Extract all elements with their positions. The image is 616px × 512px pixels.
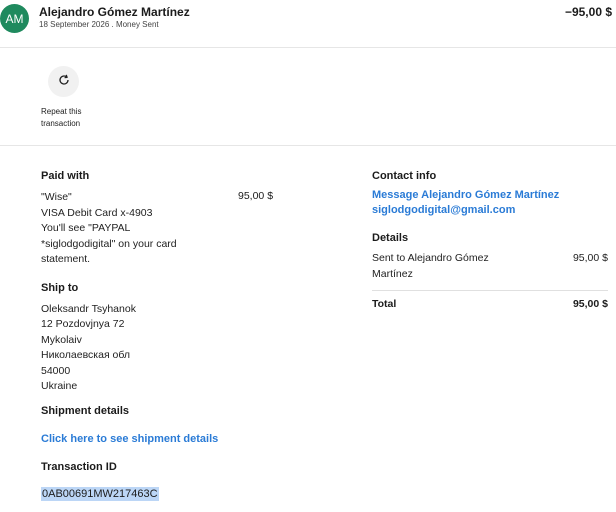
paid-with-title: Paid with [41,170,90,182]
details-line-label: Sent to Alejandro Gómez Martínez [372,252,489,280]
transaction-header: AM Alejandro Gómez Martínez 18 September… [0,0,616,48]
contact-email-link[interactable]: siglodgodigital@gmail.com [372,203,608,218]
total-row: Total 95,00 $ [372,298,608,310]
avatar: AM [0,4,29,33]
actions-bar: Repeat this transaction [0,48,616,146]
details-line: Sent to Alejandro Gómez Martínez 95,00 $ [372,251,608,282]
paid-amount: 95,00 $ [238,190,274,202]
details-title: Details [372,232,409,244]
transaction-id[interactable]: 0AB00691MW217463C [41,486,159,501]
address-line: 12 Pozdovjnya 72 [41,318,125,330]
details-line-amount: 95,00 $ [572,252,608,264]
right-column: Contact info Message Alejandro Gómez Mar… [372,170,608,310]
transaction-amount: −95,00 $ [564,5,612,19]
repeat-transaction-button[interactable] [48,66,79,97]
transaction-id-title: Transaction ID [41,460,117,473]
total-label: Total [372,298,397,310]
contact-info-title: Contact info [372,170,437,182]
recipient-name: Alejandro Gómez Martínez [39,5,190,19]
message-recipient-link[interactable]: Message Alejandro Gómez Martínez [372,188,608,203]
address-line: 54000 [41,364,71,377]
payment-method-name: "Wise" [41,191,72,203]
shipment-details-link[interactable]: Click here to see shipment details [41,433,291,445]
paid-with-row: "Wise" VISA Debit Card x-4903 You'll see… [41,190,291,268]
address-line: Mykolaiv [41,333,82,346]
left-column: Paid with "Wise" VISA Debit Card x-4903 … [41,170,291,502]
payment-card: VISA Debit Card x-4903 [41,206,153,219]
ship-to-title: Ship to [41,281,79,294]
address-line: Oleksandr Tsyhanok [41,302,136,315]
refresh-icon [58,73,70,91]
address-line: Николаевская обл [41,349,131,361]
repeat-transaction-label[interactable]: Repeat this transaction [41,106,111,130]
statement-note: You'll see "PAYPAL *siglodgodigital" on … [41,222,177,265]
divider [372,290,608,291]
address-line: Ukraine [41,380,78,392]
ship-to-address: Oleksandr Tsyhanok 12 Pozdovjnya 72 Myko… [41,302,291,395]
shipment-details-title: Shipment details [41,404,130,417]
total-amount: 95,00 $ [572,298,608,310]
transaction-date-status: 18 September 2026 . Money Sent [39,20,159,29]
